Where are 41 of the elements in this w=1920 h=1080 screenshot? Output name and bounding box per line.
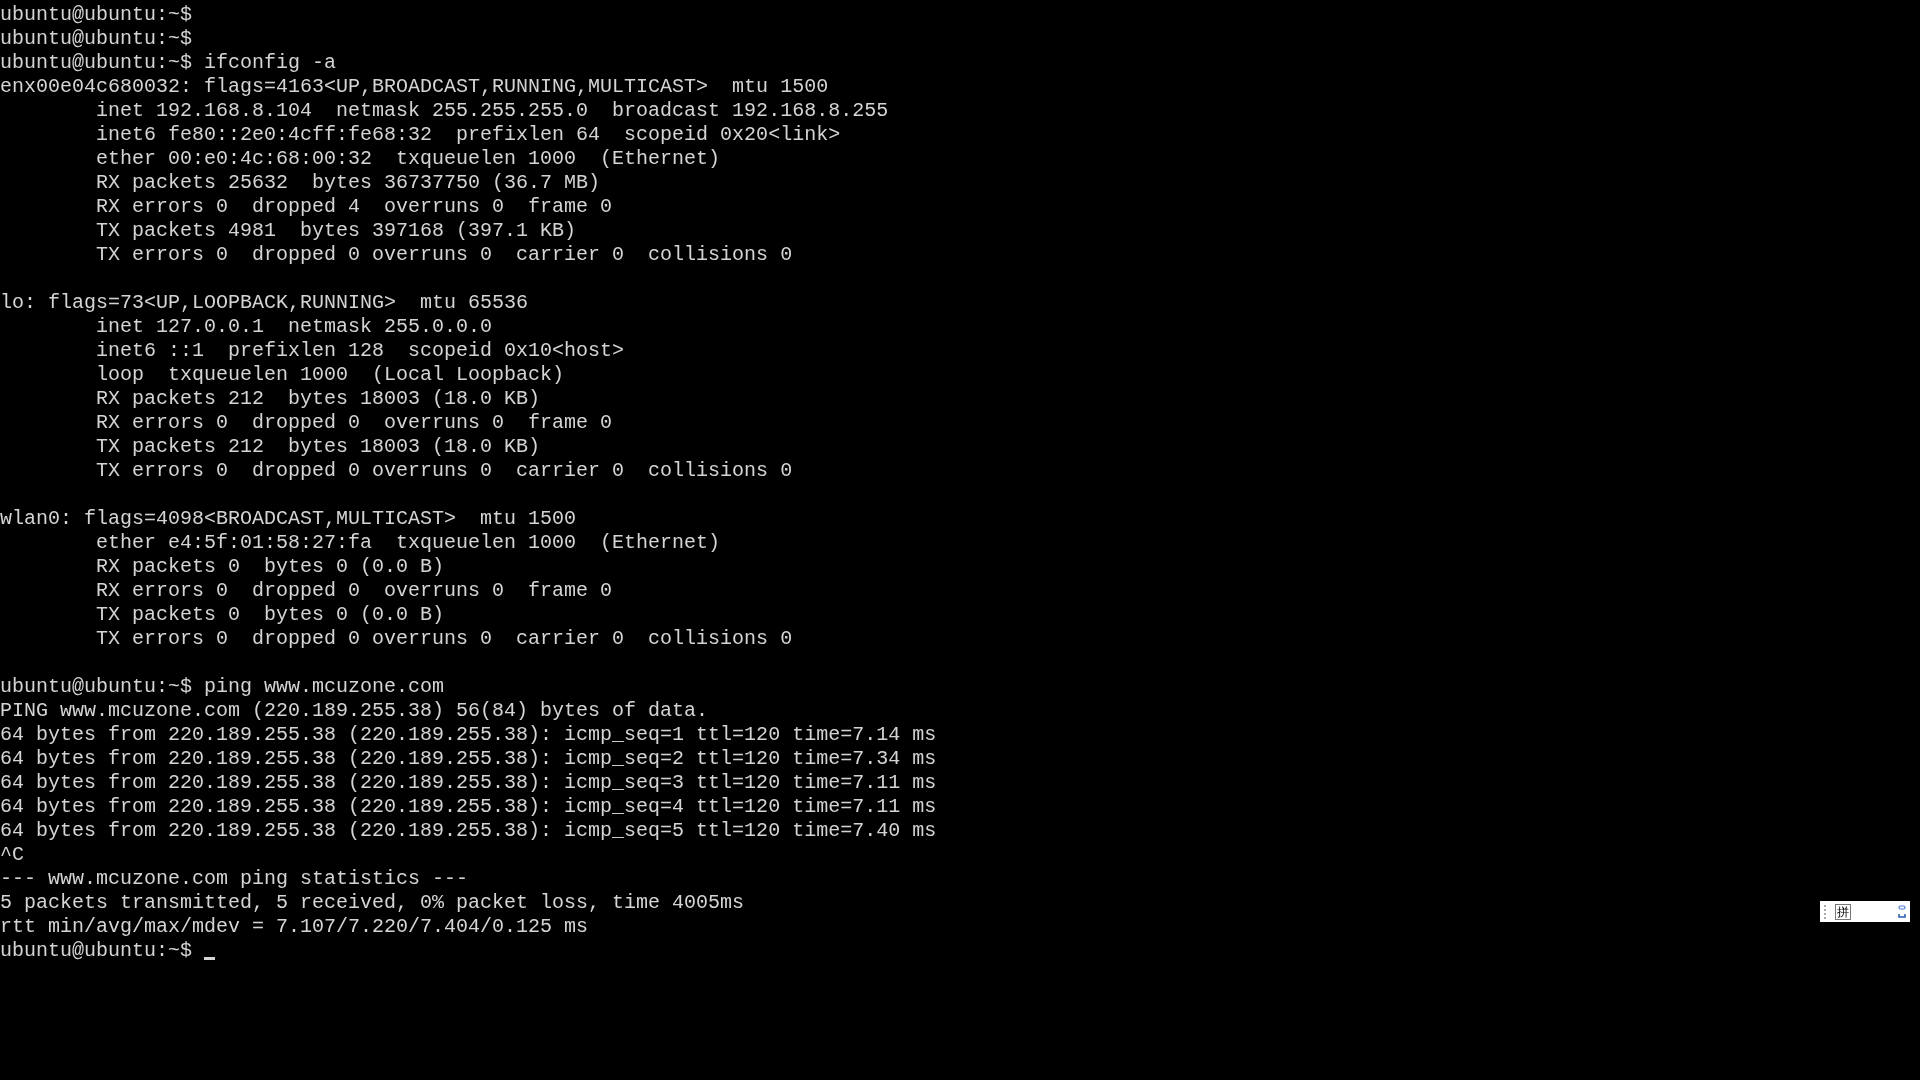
terminal-line: loop txqueuelen 1000 (Local Loopback) — [95, 363, 565, 387]
terminal-line: ether e4:5f:01:58:27:fa txqueuelen 1000 (Ethernet) — [95, 531, 721, 555]
terminal-line: inet 127.0.0.1 netmask 255.0.0.0 — [95, 315, 493, 339]
terminal-line: wlan0: flags=4098<BROADCAST,MULTICAST> mtu 1500 — [0, 507, 577, 531]
input-mode-button[interactable]: 拼 — [1835, 903, 1851, 920]
terminal-line: ether 00:e0:4c:68:00:32 txqueuelen 1000 (Ethernet) — [95, 147, 721, 171]
terminal-line: PING www.mcuzone.com (220.189.255.38) 56(84) bytes of data. — [0, 699, 709, 723]
terminal-line: 5 packets transmitted, 5 received, 0% packet loss, time 4005ms — [0, 891, 745, 915]
terminal-line: enx00e04c680032: flags=4163<UP,BROADCAST,RUNNING,MULTICAST> mtu 1500 — [0, 75, 829, 99]
terminal-line: lo: flags=73<UP,LOOPBACK,RUNNING> mtu 65536 — [0, 291, 529, 315]
terminal-line: 64 bytes from 220.189.255.38 (220.189.255.38): icmp_seq=5 ttl=120 time=7.40 ms — [0, 819, 937, 843]
terminal-line: ubuntu@ubuntu:~$ ping www.mcuzone.com — [0, 675, 445, 699]
text-cursor — [204, 957, 216, 960]
terminal-line: TX errors 0 dropped 0 overruns 0 carrier 0 collisions 0 — [95, 459, 793, 483]
terminal-line: inet6 fe80::2e0:4cff:fe68:32 prefixlen 64 scopeid 0x20<link> — [95, 123, 841, 147]
terminal-line: TX errors 0 dropped 0 overruns 0 carrier 0 collisions 0 — [95, 627, 793, 651]
toggle-icon[interactable] — [1898, 904, 1906, 919]
terminal-line: rtt min/avg/max/mdev = 7.107/7.220/7.404/0.125 ms — [0, 915, 589, 939]
terminal-line: 64 bytes from 220.189.255.38 (220.189.255.38): icmp_seq=4 ttl=120 time=7.11 ms — [0, 795, 937, 819]
terminal-line: inet 192.168.8.104 netmask 255.255.255.0 broadcast 192.168.8.255 — [95, 99, 889, 123]
terminal-line: ^C — [0, 843, 24, 867]
terminal-line: ubuntu@ubuntu:~$ — [0, 3, 193, 27]
terminal-line: RX errors 0 dropped 4 overruns 0 frame 0 — [95, 195, 613, 219]
terminal-line: RX packets 25632 bytes 36737750 (36.7 MB) — [95, 171, 601, 195]
terminal-line: TX errors 0 dropped 0 overruns 0 carrier 0 collisions 0 — [95, 243, 793, 267]
terminal-line: TX packets 212 bytes 18003 (18.0 KB) — [95, 435, 541, 459]
terminal-line: inet6 ::1 prefixlen 128 scopeid 0x10<host> — [95, 339, 625, 363]
terminal-line: ubuntu@ubuntu:~$ — [0, 27, 193, 51]
terminal-line: 64 bytes from 220.189.255.38 (220.189.255.38): icmp_seq=1 ttl=120 time=7.14 ms — [0, 723, 937, 747]
terminal-line: 64 bytes from 220.189.255.38 (220.189.255.38): icmp_seq=2 ttl=120 time=7.34 ms — [0, 747, 937, 771]
terminal-line: RX errors 0 dropped 0 overruns 0 frame 0 — [95, 579, 613, 603]
terminal-line: RX packets 0 bytes 0 (0.0 B) — [95, 555, 445, 579]
terminal-line: RX packets 212 bytes 18003 (18.0 KB) — [95, 387, 541, 411]
terminal-line: RX errors 0 dropped 0 overruns 0 frame 0 — [95, 411, 613, 435]
terminal-line: TX packets 4981 bytes 397168 (397.1 KB) — [95, 219, 577, 243]
terminal-line: TX packets 0 bytes 0 (0.0 B) — [95, 603, 445, 627]
terminal-line: ubuntu@ubuntu:~$ — [0, 939, 193, 963]
terminal-line: ubuntu@ubuntu:~$ ifconfig -a — [0, 51, 337, 75]
terminal-line: --- www.mcuzone.com ping statistics --- — [0, 867, 469, 891]
grip-icon[interactable] — [1824, 904, 1827, 919]
terminal-line: 64 bytes from 220.189.255.38 (220.189.255.38): icmp_seq=3 ttl=120 time=7.11 ms — [0, 771, 937, 795]
